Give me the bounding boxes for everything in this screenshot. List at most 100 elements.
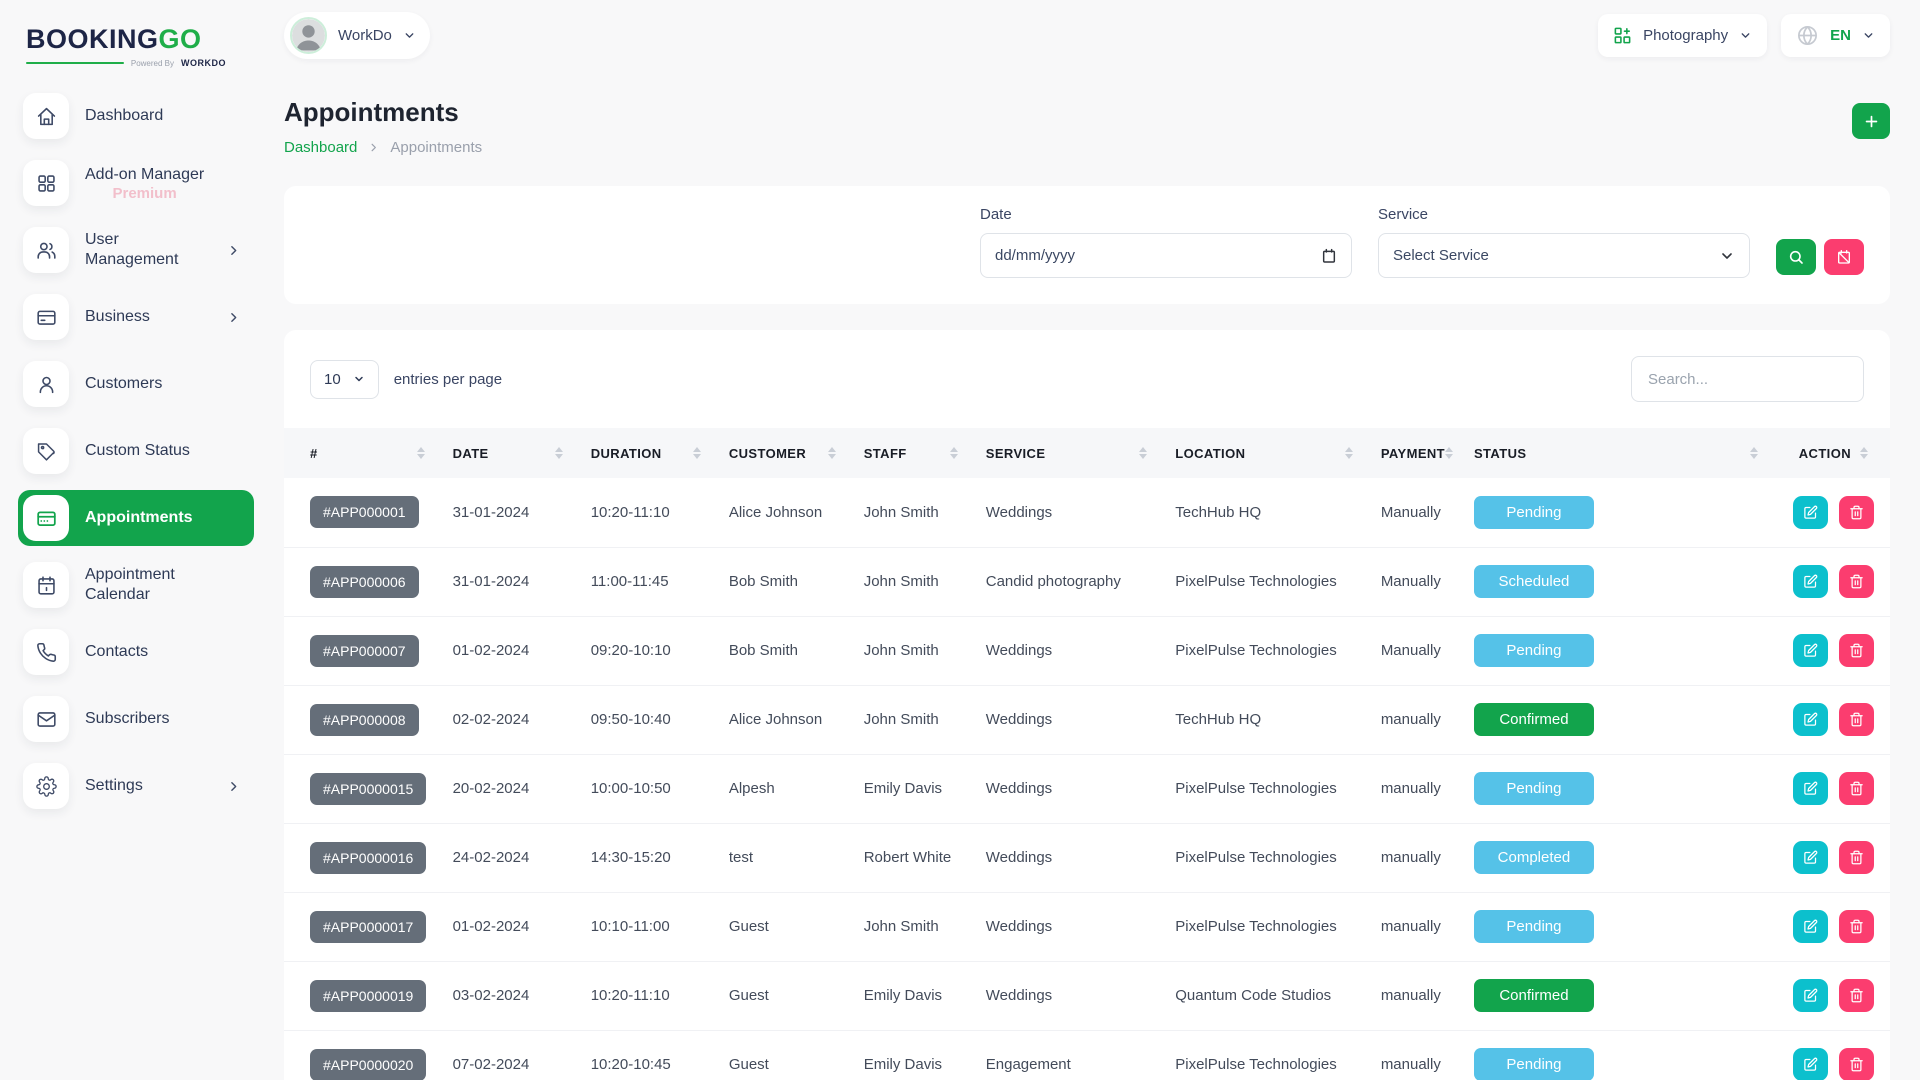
sidebar-item-label: Custom Status [85,441,190,461]
sort-arrows-icon[interactable] [555,447,563,459]
sidebar-item-label: Contacts [85,642,148,662]
delete-button[interactable] [1839,565,1874,598]
delete-button[interactable] [1839,841,1874,874]
sort-arrows-icon[interactable] [693,447,701,459]
search-input[interactable] [1631,356,1864,402]
search-icon [1788,249,1804,265]
edit-button[interactable] [1793,772,1828,805]
edit-pencil-icon [1803,505,1818,520]
cell-duration: 10:00-10:50 [583,754,721,823]
delete-button[interactable] [1839,910,1874,943]
edit-button[interactable] [1793,565,1828,598]
filter-actions [1776,206,1864,275]
column-header-action[interactable]: ACTION [1778,428,1890,478]
calendar-picker-icon[interactable] [1321,248,1337,264]
sidebar-item-appointments[interactable]: Appointments [18,490,254,546]
edit-button[interactable] [1793,841,1828,874]
appointment-id-badge: #APP000008 [310,704,419,736]
sort-arrows-icon[interactable] [950,447,958,459]
globe-icon [1796,24,1819,47]
column-header-duration[interactable]: DURATION [583,428,721,478]
delete-button[interactable] [1839,703,1874,736]
cell-service: Weddings [978,616,1168,685]
sort-arrows-icon[interactable] [1345,447,1353,459]
sidebar-item-dashboard[interactable]: Dashboard [18,88,254,144]
column-header-service[interactable]: SERVICE [978,428,1168,478]
service-select[interactable]: Select Service [1378,233,1750,278]
trash-icon [1849,712,1864,727]
edit-button[interactable] [1793,1048,1828,1080]
cell-customer: Alice Johnson [721,685,856,754]
sidebar-item-subscribers[interactable]: Subscribers [18,691,254,747]
entries-per-page: 10 entries per page [310,360,502,399]
date-input[interactable]: dd/mm/yyyy [980,233,1352,278]
chevron-right-icon [227,311,240,324]
workspace-dropdown[interactable]: WorkDo [284,12,430,59]
table-row: #APP0000016 24-02-2024 14:30-15:20 test … [284,823,1890,892]
column-header-id[interactable]: # [284,428,445,478]
delete-button[interactable] [1839,979,1874,1012]
column-header-location[interactable]: LOCATION [1167,428,1373,478]
phone-icon [23,629,69,675]
column-header-date[interactable]: DATE [445,428,583,478]
cell-staff: John Smith [856,685,978,754]
user-icon [23,361,69,407]
page-title: Appointments [284,97,482,128]
column-header-staff[interactable]: STAFF [856,428,978,478]
column-header-customer[interactable]: CUSTOMER [721,428,856,478]
cell-staff: Emily Davis [856,1030,978,1080]
date-placeholder: dd/mm/yyyy [995,247,1075,264]
sidebar-item-business[interactable]: Business [18,289,254,345]
sidebar-item-add-on-manager[interactable]: Add-on Manager Premium [18,155,254,211]
module-label: Photography [1643,27,1728,44]
apply-filter-button[interactable] [1776,239,1816,275]
sidebar-item-appointment-calendar[interactable]: Appointment Calendar [18,557,254,613]
sort-arrows-icon[interactable] [417,447,425,459]
edit-button[interactable] [1793,910,1828,943]
trash-icon [1849,643,1864,658]
sidebar-item-settings[interactable]: Settings [18,758,254,814]
breadcrumb-dashboard-link[interactable]: Dashboard [284,139,357,156]
delete-button[interactable] [1839,1048,1874,1080]
edit-pencil-icon [1803,919,1818,934]
sort-arrows-icon[interactable] [1750,447,1758,459]
sort-arrows-icon[interactable] [1445,447,1453,459]
edit-button[interactable] [1793,496,1828,529]
app-logo[interactable]: BOOKINGGO Powered By WORKDO [18,18,254,88]
delete-button[interactable] [1839,634,1874,667]
sort-arrows-icon[interactable] [1139,447,1147,459]
service-selected-value: Select Service [1393,247,1489,264]
sidebar-item-label: Customers [85,374,162,394]
appointment-id-badge: #APP000007 [310,635,419,667]
sort-arrows-icon[interactable] [828,447,836,459]
status-badge: Completed [1474,841,1594,874]
cell-customer: Bob Smith [721,616,856,685]
clear-filter-button[interactable] [1824,239,1864,275]
add-appointment-button[interactable] [1852,103,1890,139]
cell-location: PixelPulse Technologies [1167,754,1373,823]
cell-location: PixelPulse Technologies [1167,1030,1373,1080]
edit-button[interactable] [1793,634,1828,667]
cell-location: TechHub HQ [1167,685,1373,754]
entries-select[interactable]: 10 [310,360,379,399]
logo-underline [26,62,124,64]
sidebar-item-custom-status[interactable]: Custom Status [18,423,254,479]
edit-pencil-icon [1803,1057,1818,1072]
delete-button[interactable] [1839,772,1874,805]
status-badge: Confirmed [1474,703,1594,736]
edit-button[interactable] [1793,703,1828,736]
sidebar-item-customers[interactable]: Customers [18,356,254,412]
edit-button[interactable] [1793,979,1828,1012]
grid-plus-icon [1613,26,1632,45]
delete-button[interactable] [1839,496,1874,529]
language-dropdown[interactable]: EN [1781,14,1890,57]
column-header-payment[interactable]: PAYMENT [1373,428,1466,478]
sort-arrows-icon[interactable] [1860,447,1868,459]
module-dropdown[interactable]: Photography [1598,14,1767,57]
workspace-label: WorkDo [338,27,392,44]
sidebar-item-contacts[interactable]: Contacts [18,624,254,680]
main-content: WorkDo Photography EN [270,0,1920,1080]
edit-pencil-icon [1803,988,1818,1003]
column-header-status[interactable]: STATUS [1466,428,1778,478]
sidebar-item-user-management[interactable]: User Management [18,222,254,278]
